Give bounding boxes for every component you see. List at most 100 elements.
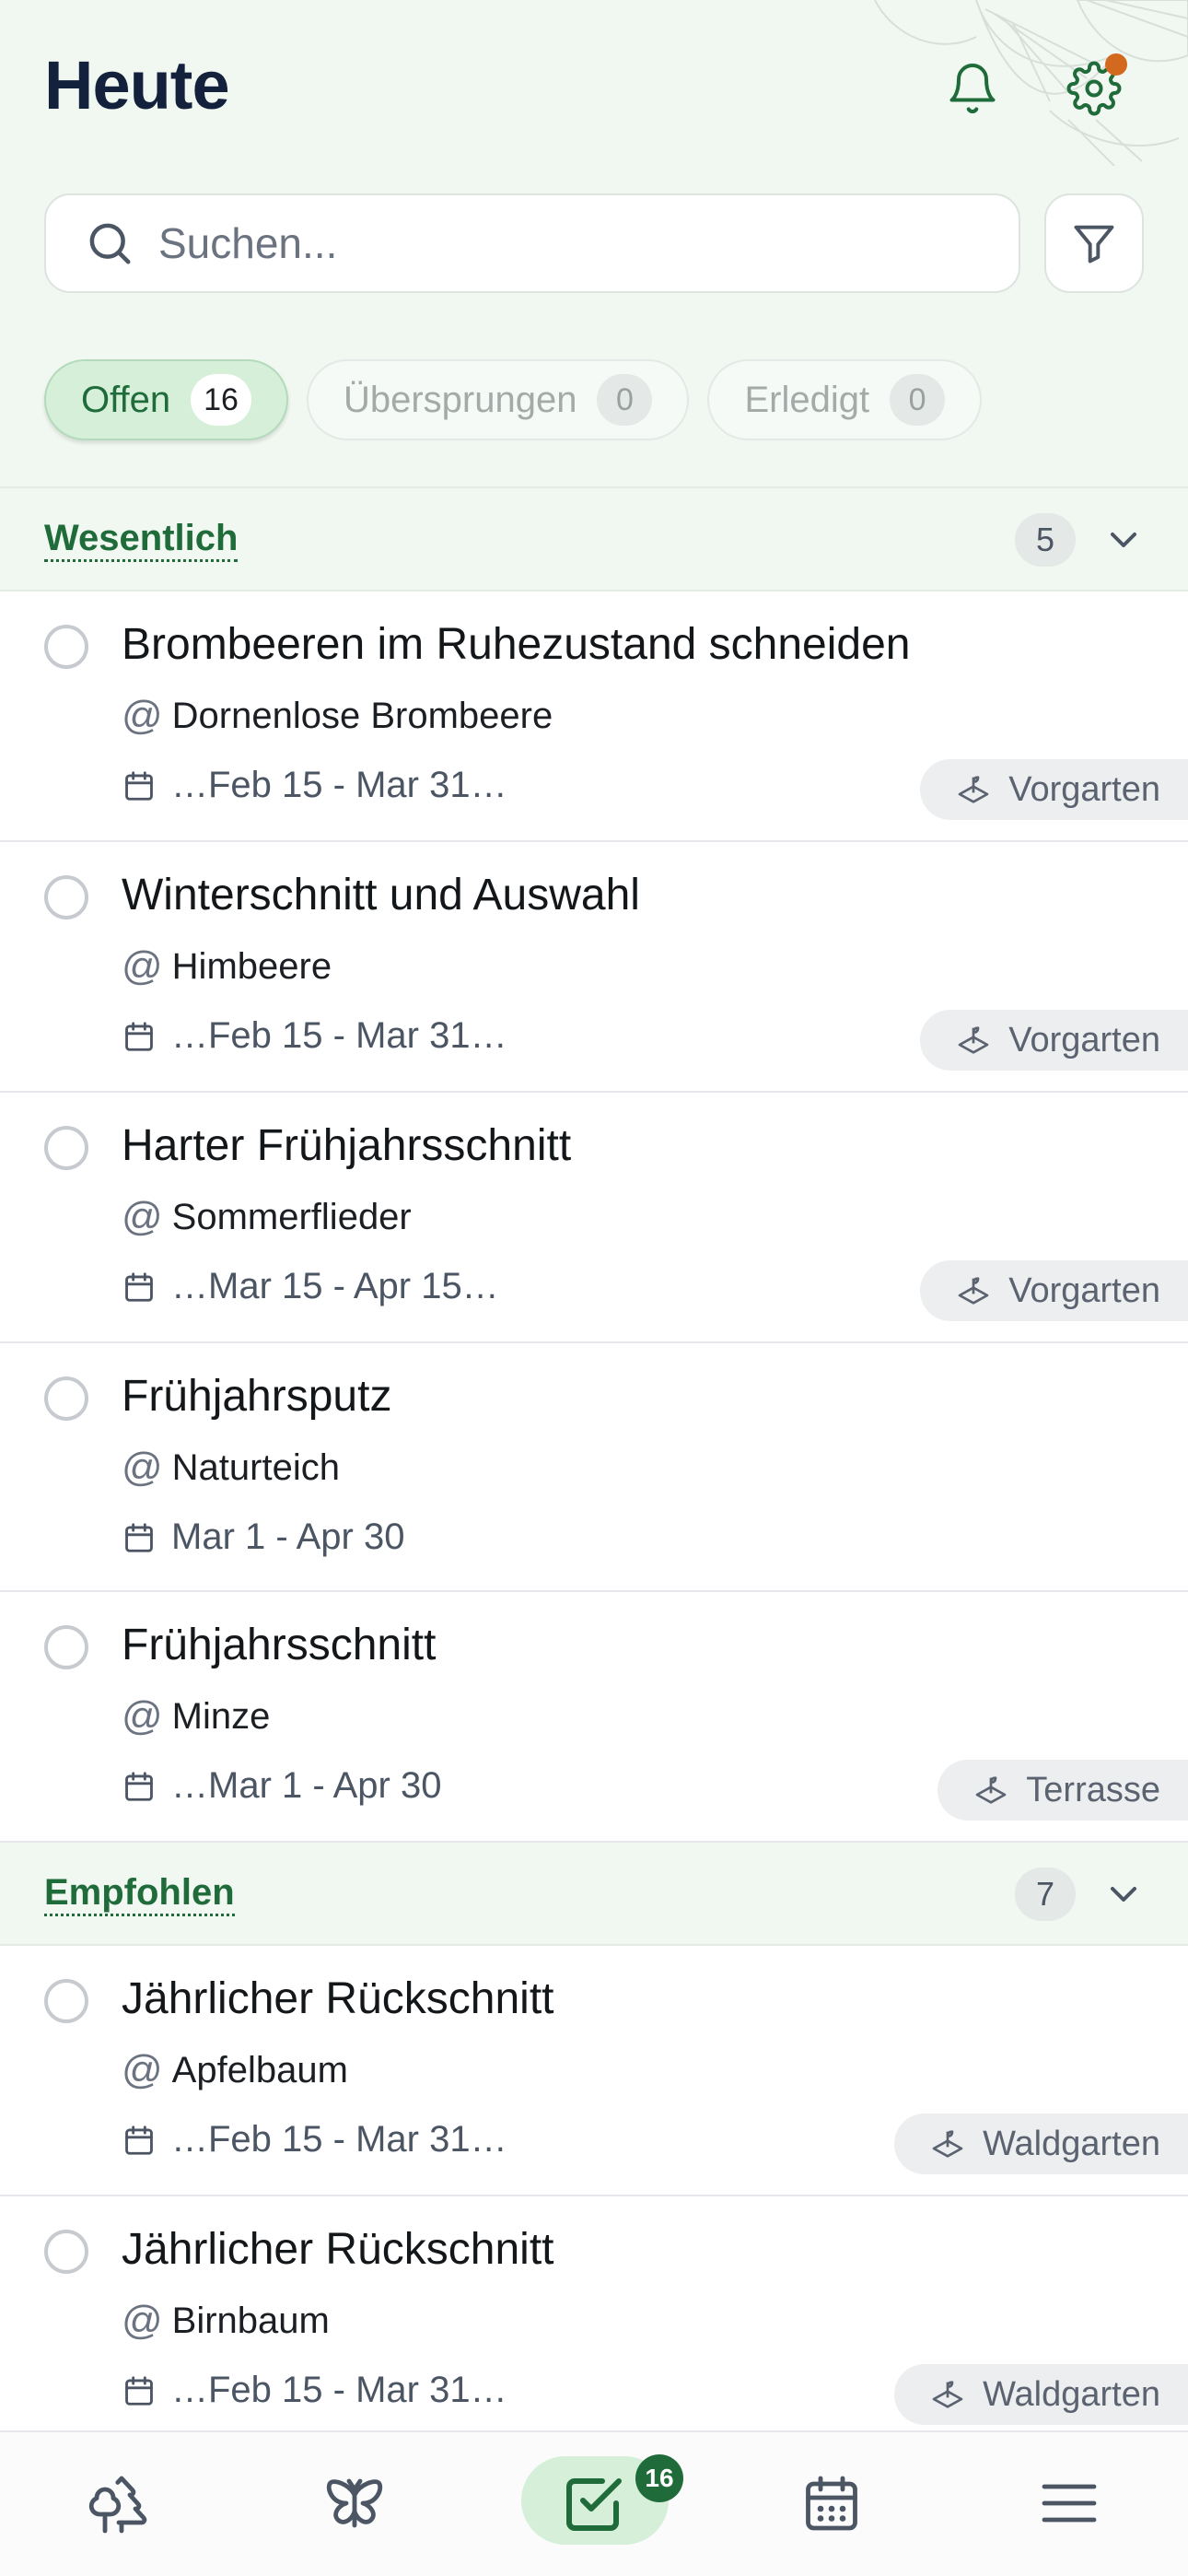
plant-name: Naturteich [171,1446,340,1488]
nav-menu[interactable] [1028,2462,1111,2545]
at-icon: @ [122,693,163,738]
tab-count: 16 [191,374,251,426]
location-chip[interactable]: Vorgarten [920,1010,1188,1071]
location-label: Vorgarten [1008,1020,1160,1060]
task-checkbox[interactable] [44,1126,88,1170]
date-range: …Feb 15 - Mar 31… [171,1015,507,1056]
date-range: …Mar 1 - Apr 30 [171,1765,442,1806]
section-title: Empfohlen [44,1871,235,1916]
task-item[interactable]: Winterschnitt und Auswahl @ Himbeere …Feb… [0,842,1188,1093]
task-date: …Mar 1 - Apr 30 [122,1765,441,1807]
calendar-icon [125,1522,153,1552]
tab-count: 0 [597,374,653,426]
location-chip[interactable]: Vorgarten [920,759,1188,820]
at-icon: @ [122,943,163,989]
date-range: …Feb 15 - Mar 31… [171,2119,507,2160]
page-title: Heute [44,47,230,123]
location-label: Waldgarten [983,2124,1160,2163]
trees-icon [88,2476,147,2534]
nav-garden[interactable] [77,2462,160,2545]
garden-bed-icon [958,1026,989,1054]
tab-erledigt[interactable]: Erledigt 0 [707,359,983,440]
nav-calendar[interactable] [790,2462,873,2545]
task-title: Harter Frühjahrsschnitt [122,1121,572,1170]
task-checkbox[interactable] [44,625,88,669]
plant-name: Sommerflieder [171,1196,412,1237]
chevron-down-icon[interactable] [1101,1872,1146,1916]
at-icon: @ [122,2047,163,2092]
nav-wildlife[interactable] [313,2462,396,2545]
task-item[interactable]: Brombeeren im Ruhezustand schneiden @ Dor… [0,591,1188,842]
task-item[interactable]: Jährlicher Rückschnitt @ Birnbaum …Feb 15… [0,2196,1188,2447]
plant-name: Dornenlose Brombeere [171,695,553,736]
task-checkbox[interactable] [44,1979,88,2023]
task-plant: @ Sommerflieder [122,1194,412,1240]
location-label: Waldgarten [983,2374,1160,2414]
filter-button[interactable] [1044,193,1144,293]
task-checkbox[interactable] [44,2230,88,2274]
nav-tasks[interactable] [553,2462,635,2545]
tab-count: 0 [890,374,946,426]
tab-label: Offen [81,379,171,420]
location-chip[interactable]: Waldgarten [894,2113,1188,2174]
at-icon: @ [122,1445,163,1490]
at-icon: @ [122,2298,163,2343]
location-chip[interactable]: Waldgarten [894,2364,1188,2425]
task-checkbox[interactable] [44,1625,88,1669]
task-plant: @ Naturteich [122,1445,340,1491]
search-input[interactable] [158,218,950,268]
location-label: Vorgarten [1008,769,1160,809]
plant-name: Birnbaum [171,2300,330,2341]
task-plant: @ Apfelbaum [122,2047,348,2093]
search-icon [89,223,131,264]
chevron-down-icon[interactable] [1101,518,1146,562]
location-label: Terrasse [1026,1770,1160,1809]
task-title: Frühjahrsputz [122,1372,392,1421]
date-range: Mar 1 - Apr 30 [171,1516,405,1557]
notifications-button[interactable] [936,52,1009,125]
location-chip[interactable]: Terrasse [938,1760,1188,1821]
butterfly-icon [326,2478,383,2528]
task-title: Winterschnitt und Auswahl [122,871,640,919]
date-range: …Feb 15 - Mar 31… [171,2370,507,2410]
calendar-icon [806,2476,857,2531]
task-item[interactable]: Harter Frühjahrsschnitt @ Sommerflieder …… [0,1093,1188,1343]
task-item[interactable]: Frühjahrsschnitt @ Minze …Mar 1 - Apr 30 … [0,1592,1188,1843]
task-date: …Feb 15 - Mar 31… [122,1015,507,1057]
checkbox-icon [566,2478,622,2531]
calendar-icon [125,1021,153,1051]
section-count: 7 [1015,1868,1076,1921]
calendar-icon [125,2375,153,2406]
task-checkbox[interactable] [44,1376,88,1421]
date-range: …Feb 15 - Mar 31… [171,765,507,805]
task-checkbox[interactable] [44,875,88,919]
task-plant: @ Dornenlose Brombeere [122,693,553,739]
task-item[interactable]: Jährlicher Rückschnitt @ Apfelbaum …Feb 1… [0,1946,1188,2196]
status-tabs: Offen 16 Übersprungen 0 Erledigt 0 [44,359,983,442]
section-header-wesentlich[interactable]: Wesentlich 5 [0,488,1188,591]
garden-bed-icon [932,2381,963,2408]
garden-bed-icon [932,2130,963,2158]
location-chip[interactable]: Vorgarten [920,1260,1188,1321]
garden-bed-icon [975,1776,1007,1804]
section-count: 5 [1015,513,1076,567]
tab-offen[interactable]: Offen 16 [44,359,288,440]
plant-name: Himbeere [171,945,332,987]
section-header-empfohlen[interactable]: Empfohlen 7 [0,1843,1188,1946]
task-date: …Mar 15 - Apr 15… [122,1266,499,1307]
task-item[interactable]: Frühjahrsputz @ Naturteich Mar 1 - Apr 30 [0,1343,1188,1592]
tab-uebersprungen[interactable]: Übersprungen 0 [306,359,690,440]
date-range: …Mar 15 - Apr 15… [171,1266,499,1306]
garden-bed-icon [958,776,989,803]
filter-icon [1074,225,1114,263]
plant-name: Minze [171,1695,271,1737]
garden-bed-icon [958,1277,989,1305]
bottom-navigation: 16 [0,2430,1188,2576]
task-title: Brombeeren im Ruhezustand schneiden [122,620,911,669]
settings-notification-dot [1105,53,1127,76]
task-date: …Feb 15 - Mar 31… [122,2370,507,2411]
task-plant: @ Birnbaum [122,2298,330,2344]
at-icon: @ [122,1693,163,1739]
tab-label: Erledigt [744,379,870,420]
search-field[interactable] [44,193,1020,293]
